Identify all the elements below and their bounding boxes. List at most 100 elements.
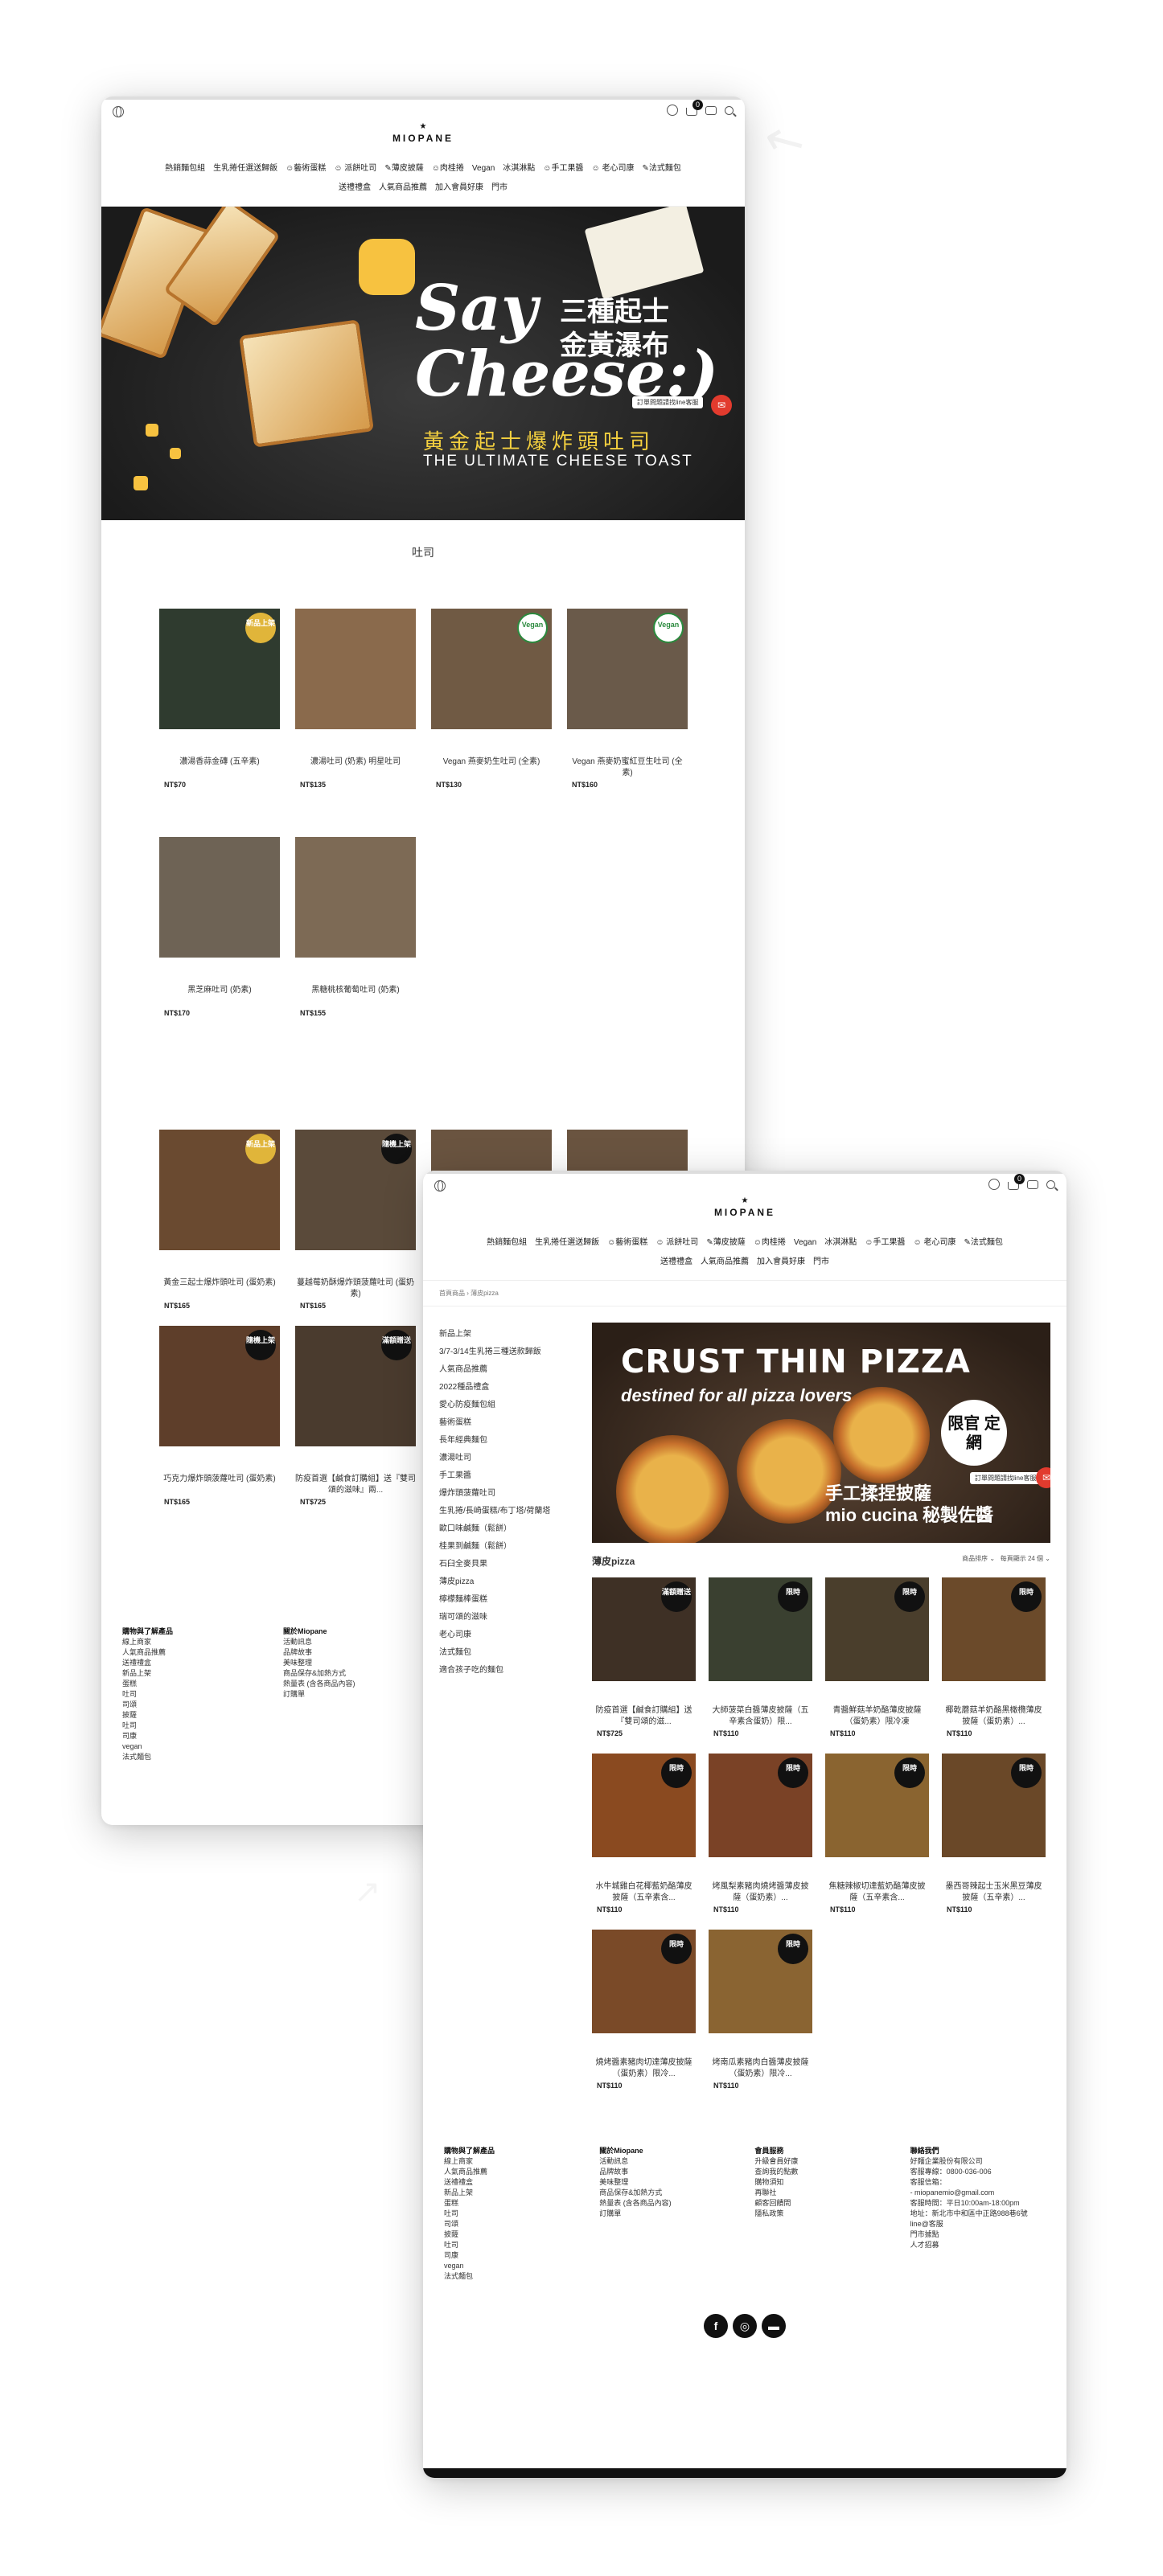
product-image[interactable]: 限時 — [592, 1754, 696, 1857]
footer-link[interactable]: 新品上架 — [122, 1668, 283, 1679]
product-name[interactable]: 烤風梨素豬肉燒烤醬薄皮披薩（蛋奶素）... — [709, 1881, 812, 1904]
nav-item[interactable]: ☺手工果醬 — [865, 1233, 905, 1253]
footer-link[interactable]: 蛋糕 — [122, 1679, 283, 1689]
nav-item[interactable]: 加入會員好康 — [757, 1253, 805, 1272]
product-card[interactable]: 限時 烤南瓜素豬肉白醬薄皮披薩（蛋奶素）限冷... NT$110 — [709, 1930, 812, 2090]
chat-icon[interactable]: ✉ — [1036, 1467, 1050, 1488]
footer-link[interactable]: 披薩 — [122, 1710, 283, 1721]
sidebar-item[interactable]: 2022種品禮盒 — [439, 1376, 592, 1393]
footer-link[interactable]: 吐司 — [122, 1689, 283, 1700]
sidebar-item[interactable]: 濃湯吐司 — [439, 1446, 592, 1464]
footer-link[interactable]: 再聯社 — [754, 2188, 910, 2198]
nav-item[interactable]: 生乳捲任選送歸飯 — [535, 1233, 599, 1253]
product-image[interactable]: 新品上架 — [159, 1130, 280, 1250]
product-card[interactable]: 黑芝麻吐司 (奶素) NT$170 — [159, 837, 280, 1017]
cart-icon[interactable]: 0 — [686, 100, 703, 116]
message-icon[interactable] — [705, 105, 717, 115]
product-name[interactable]: 焦糖辣椒切達藍奶酪薄皮披薩（五辛素含... — [825, 1881, 929, 1904]
sidebar-item[interactable]: 爆炸頭菠蘿吐司 — [439, 1482, 592, 1499]
footer-link[interactable]: 司頌 — [122, 1700, 283, 1710]
footer-link[interactable]: vegan — [122, 1741, 283, 1752]
product-card[interactable]: 限時 墨西哥辣起士玉米黑豆薄皮披薩（五辛素）... NT$110 — [942, 1754, 1046, 1914]
product-image[interactable]: 新品上架 — [159, 609, 280, 729]
user-icon[interactable] — [988, 1179, 1000, 1190]
footer-link[interactable]: 品牌故事 — [599, 2167, 754, 2177]
sidebar-item[interactable]: 桂果到鹹麵（鬆餅） — [439, 1535, 592, 1553]
footer-link[interactable]: 線上商家 — [122, 1637, 283, 1647]
product-image[interactable] — [295, 609, 416, 729]
nav-item[interactable]: 冰淇淋點 — [824, 1233, 857, 1253]
footer-link[interactable]: 吐司 — [444, 2209, 599, 2219]
nav-item[interactable]: ☺肉桂捲 — [754, 1233, 786, 1253]
product-image[interactable]: 限時 — [709, 1754, 812, 1857]
nav-item[interactable]: 熱銷麵包組 — [487, 1233, 527, 1253]
footer-link[interactable]: vegan — [444, 2261, 599, 2271]
pizza-banner[interactable]: CRUST THIN PIZZA destined for all pizza … — [592, 1323, 1050, 1543]
product-card[interactable]: 黑糖桃核葡萄吐司 (奶素) NT$155 — [295, 837, 416, 1017]
sidebar-item[interactable]: 瑞可頌的滋味 — [439, 1606, 592, 1623]
footer-link[interactable]: 司頌 — [444, 2219, 599, 2229]
instagram-icon[interactable]: ◎ — [733, 2314, 757, 2338]
product-card[interactable]: 濃湯吐司 (奶素) 明星吐司 NT$135 — [295, 609, 416, 789]
nav-item[interactable]: ☺ 老心司康 — [914, 1233, 956, 1253]
sidebar-item[interactable]: 3/7-3/14生乳捲三種送款歸飯 — [439, 1340, 592, 1358]
line-icon[interactable]: ▬ — [762, 2314, 786, 2338]
footer-link[interactable]: 升級會員好康 — [754, 2156, 910, 2167]
product-card[interactable]: Vegan Vegan 燕麥奶蜜紅豆生吐司 (全素) NT$160 — [567, 609, 688, 789]
logo[interactable]: ★ MIOPANE — [101, 122, 745, 146]
product-name[interactable]: 防疫首選【鹹食訂購組】送『雙司頌的滋... — [592, 1705, 696, 1728]
product-image[interactable]: Vegan — [431, 609, 552, 729]
product-name[interactable]: 青醬鮮菇羊奶酪薄皮披薩（蛋奶素）限冷凍 — [825, 1705, 929, 1728]
product-card[interactable]: 限時 青醬鮮菇羊奶酪薄皮披薩（蛋奶素）限冷凍 NT$110 — [825, 1577, 929, 1737]
sidebar-item[interactable]: 人氣商品推薦 — [439, 1358, 592, 1376]
product-image[interactable]: 限時 — [592, 1930, 696, 2033]
product-name[interactable]: 烤南瓜素豬肉白醬薄皮披薩（蛋奶素）限冷... — [709, 2057, 812, 2080]
footer-link[interactable]: 美味整理 — [283, 1658, 444, 1668]
nav-item[interactable]: ☺ 老心司康 — [592, 159, 635, 178]
nav-item[interactable]: 加入會員好康 — [435, 178, 483, 198]
footer-link[interactable]: line@客服 — [910, 2219, 1046, 2229]
product-card[interactable]: Vegan Vegan 燕麥奶生吐司 (全素) NT$130 — [431, 609, 552, 789]
product-image[interactable]: 隨機上架 — [159, 1326, 280, 1446]
nav-item[interactable]: 門市 — [491, 178, 508, 198]
footer-link[interactable]: 門市據點 — [910, 2229, 1046, 2240]
product-card[interactable]: 滿額贈送 防疫首選【鹹食訂購組】送『雙司頌的滋味』兩... NT$725 — [295, 1326, 416, 1506]
sidebar-item[interactable]: 薄皮pizza — [439, 1570, 592, 1588]
facebook-icon[interactable]: f — [704, 2314, 728, 2338]
footer-link[interactable]: 人氣商品推薦 — [444, 2167, 599, 2177]
product-name[interactable]: 大師菠菜白醬薄皮披薩（五辛素含蛋奶）限... — [709, 1705, 812, 1728]
product-name[interactable]: 黑芝麻吐司 (奶素) — [159, 985, 280, 1007]
product-card[interactable]: 限時 水牛城雞白花椰藍奶酪薄皮披薩（五辛素含... NT$110 — [592, 1754, 696, 1914]
nav-item[interactable]: ☺藝術蛋糕 — [607, 1233, 647, 1253]
sidebar-item[interactable]: 石臼全麥貝果 — [439, 1553, 592, 1570]
globe-icon[interactable] — [434, 1180, 446, 1192]
nav-item[interactable]: ✎法式麵包 — [964, 1233, 1003, 1253]
nav-item[interactable]: 熱銷麵包組 — [165, 159, 205, 178]
product-card[interactable]: 限時 焦糖辣椒切達藍奶酪薄皮披薩（五辛素含... NT$110 — [825, 1754, 929, 1914]
footer-link[interactable]: 線上商家 — [444, 2156, 599, 2167]
nav-item[interactable]: Vegan — [794, 1233, 816, 1253]
sidebar-item[interactable]: 適合孩子吃的麵包 — [439, 1659, 592, 1676]
footer-link[interactable]: 吐司 — [444, 2240, 599, 2250]
footer-link[interactable]: 活動訊息 — [283, 1637, 444, 1647]
product-name[interactable]: 巧克力爆炸頭菠蘿吐司 (蛋奶素) — [159, 1474, 280, 1496]
product-name[interactable]: 椰乾蘑菇羊奶酪黑橄欖薄皮披薩（蛋奶素）... — [942, 1705, 1046, 1728]
product-image[interactable]: 隨機上架 — [295, 1130, 416, 1250]
page-size-select[interactable]: 每頁顯示 24 個 ⌄ — [1001, 1555, 1050, 1562]
logo[interactable]: ★ MIOPANE — [423, 1196, 1066, 1220]
product-name[interactable]: Vegan 燕麥奶生吐司 (全素) — [431, 757, 552, 779]
nav-item[interactable]: ☺ 派餅吐司 — [334, 159, 376, 178]
footer-link[interactable]: 新品上架 — [444, 2188, 599, 2198]
footer-link[interactable]: 品牌故事 — [283, 1647, 444, 1658]
sidebar-item[interactable]: 生乳捲/長崎蛋糕/布丁塔/荷蘭塔 — [439, 1499, 592, 1517]
footer-link[interactable]: 人才招募 — [910, 2240, 1046, 2250]
footer-link[interactable]: 送禮禮盒 — [122, 1658, 283, 1668]
nav-item[interactable]: Vegan — [472, 159, 495, 178]
product-name[interactable]: 黑糖桃核葡萄吐司 (奶素) — [295, 985, 416, 1007]
footer-link[interactable]: 人氣商品推薦 — [122, 1647, 283, 1658]
nav-item[interactable]: ☺手工果醬 — [543, 159, 583, 178]
footer-link[interactable]: 顧客回饋問 — [754, 2198, 910, 2209]
product-card[interactable]: 限時 大師菠菜白醬薄皮披薩（五辛素含蛋奶）限... NT$110 — [709, 1577, 812, 1737]
nav-item[interactable]: 送禮禮盒 — [660, 1253, 692, 1272]
footer-link[interactable]: 訂購單 — [283, 1689, 444, 1700]
